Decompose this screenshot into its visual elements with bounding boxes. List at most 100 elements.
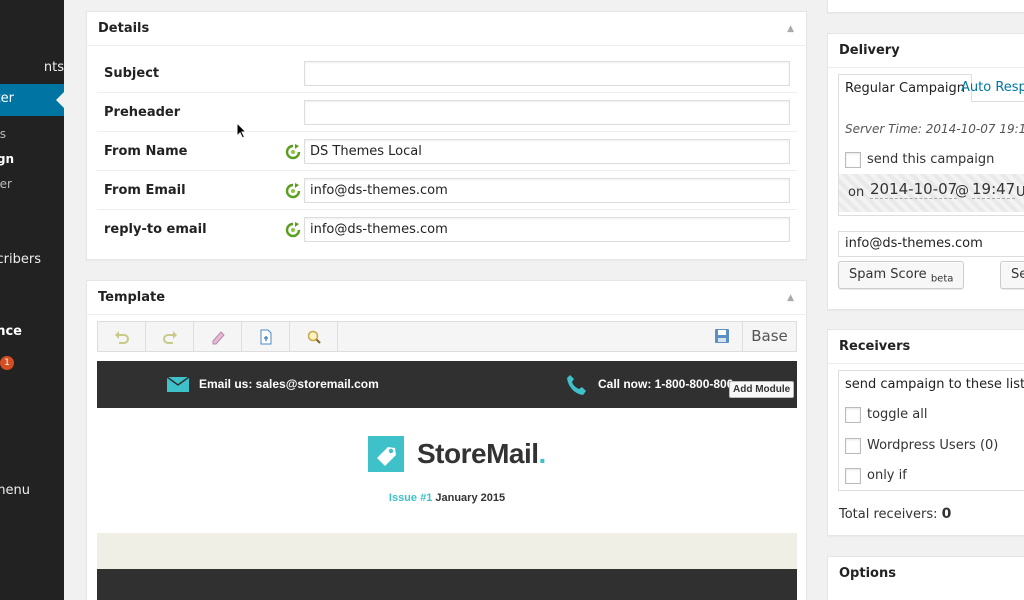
schedule-time-field[interactable]: 19:47 <box>972 180 1016 199</box>
subject-input[interactable] <box>304 61 790 86</box>
delivery-postbox: Delivery Regular Campaign Auto Respo Ser… <box>827 33 1024 310</box>
tab-auto-responder[interactable]: Auto Respo <box>955 74 1024 102</box>
undo-icon <box>114 330 129 344</box>
subject-row: Subject <box>97 54 797 93</box>
magnifier-icon <box>307 330 321 344</box>
sidebar-item-label: nce <box>0 324 22 339</box>
sidebar-subitem-newsletter[interactable]: er <box>0 177 12 191</box>
preheader-label: Preheader <box>104 105 181 120</box>
tab-regular-campaign[interactable]: Regular Campaign <box>838 74 973 102</box>
sidebar-subitem-new-campaign[interactable]: gn <box>0 152 14 166</box>
delivery-tabs: Regular Campaign Auto Respo <box>838 74 1024 102</box>
import-button[interactable] <box>242 322 290 351</box>
add-module-button[interactable]: Add Module <box>729 381 795 398</box>
undo-button[interactable] <box>98 322 146 351</box>
receivers-postbox: Receivers send campaign to these lists t… <box>827 329 1024 536</box>
preheader-input[interactable] <box>304 100 790 125</box>
email-preview: Email us: sales@storemail.com Call now: … <box>97 361 797 600</box>
issue-line: Issue #1 January 2015 <box>97 492 797 504</box>
envelope-icon <box>167 377 189 392</box>
send-campaign-label: send this campaign <box>867 152 995 167</box>
delivery-title: Delivery <box>839 43 900 58</box>
timezone-label: U <box>1016 185 1024 200</box>
sidebar-item-label: gn <box>0 152 14 166</box>
email-contact-text: Email us: sales@storemail.com <box>199 377 379 391</box>
tab-send-to-lists[interactable]: send campaign to these lists <box>838 370 1024 398</box>
details-title: Details <box>98 21 150 36</box>
options-postbox: Options <box>827 556 1024 600</box>
beta-label: beta <box>930 273 954 285</box>
delivery-header[interactable]: Delivery <box>828 34 1024 68</box>
total-receivers: Total receivers: 0 <box>839 506 951 522</box>
send-campaign-checkbox[interactable] <box>845 152 861 168</box>
sidebar-item-label: scribers <box>0 252 41 267</box>
logo-dot: . <box>538 438 547 469</box>
issue-date: January 2015 <box>435 492 506 504</box>
from-email-input[interactable]: info@ds-themes.com <box>304 178 790 203</box>
redo-button[interactable] <box>146 322 194 351</box>
reply-to-input[interactable]: info@ds-themes.com <box>304 217 790 242</box>
from-email-row: From Email info@ds-themes.com <box>97 171 797 210</box>
test-email-input[interactable]: info@ds-themes.com <box>838 231 1024 257</box>
receivers-tabs: send campaign to these lists <box>838 370 1024 398</box>
reset-icon[interactable] <box>285 222 301 238</box>
template-toolbar: Base <box>97 321 797 352</box>
clear-button[interactable] <box>194 322 242 351</box>
preheader-row: Preheader <box>97 93 797 132</box>
reply-to-row: reply-to email info@ds-themes.com <box>97 210 797 249</box>
sidebar-item-collapse-menu[interactable]: menu <box>0 483 30 498</box>
wordpress-users-label: Wordpress Users (0) <box>867 438 999 453</box>
delivery-tab-panel: Server Time: 2014-10-07 19:17 send this … <box>838 102 1024 216</box>
toggle-all-checkbox[interactable] <box>845 407 861 423</box>
details-header[interactable]: Details ▲ <box>87 12 806 46</box>
template-header[interactable]: Template ▲ <box>87 281 806 315</box>
mouse-cursor-icon <box>236 122 248 139</box>
spam-score-label: Spam Score <box>849 267 927 282</box>
from-email-label: From Email <box>104 183 186 198</box>
sidebar-item-label: ter <box>0 91 14 106</box>
email-dark-section <box>97 569 797 600</box>
sidebar-item-label: er <box>0 177 12 191</box>
schedule-area: on 2014-10-07 @ 19:47 U <box>839 174 1024 212</box>
options-title: Options <box>839 566 896 581</box>
base-template-button[interactable]: Base <box>742 322 796 351</box>
collapse-arrow-icon[interactable]: ▲ <box>787 281 794 315</box>
spam-score-button[interactable]: Spam Score beta <box>838 261 965 289</box>
subject-label: Subject <box>104 66 160 81</box>
sidebar-item-newsletter[interactable]: ter <box>0 91 14 106</box>
preview-button[interactable] <box>290 322 338 351</box>
from-name-input[interactable]: DS Themes Local <box>304 139 790 164</box>
sidebar-subitem-campaigns[interactable]: s <box>0 127 6 141</box>
template-postbox: Template ▲ Base Email us: sales@storemai… <box>86 280 807 600</box>
sidebar-item-comments[interactable]: nts <box>44 60 64 75</box>
document-import-icon <box>260 329 271 344</box>
options-header[interactable]: Options <box>828 557 1024 591</box>
reset-icon[interactable] <box>285 144 301 160</box>
at-label: @ <box>955 183 969 199</box>
details-postbox: Details ▲ Subject Preheader From Name DS… <box>86 11 807 260</box>
from-name-label: From Name <box>104 144 188 159</box>
server-time: Server Time: 2014-10-07 19:17 <box>845 122 1024 136</box>
receivers-header[interactable]: Receivers <box>828 330 1024 364</box>
logo-name: StoreMail <box>417 438 539 469</box>
send-test-button[interactable]: Se <box>1000 261 1024 289</box>
schedule-date-field[interactable]: 2014-10-07 <box>870 180 958 199</box>
total-receivers-label: Total receivers: <box>839 507 938 522</box>
reset-icon[interactable] <box>285 183 301 199</box>
template-title: Template <box>98 290 166 305</box>
sidebar-item-appearance[interactable]: nce <box>0 324 22 339</box>
receivers-list-panel: toggle all Wordpress Users (0) only if <box>838 398 1024 491</box>
wordpress-users-checkbox[interactable] <box>845 438 861 454</box>
only-if-checkbox[interactable] <box>845 468 861 484</box>
on-label: on <box>848 185 865 200</box>
save-floppy-icon[interactable] <box>714 328 730 344</box>
issue-number: Issue #1 <box>388 492 433 504</box>
from-name-row: From Name DS Themes Local <box>97 132 797 171</box>
publish-postbox-stub <box>827 0 1024 13</box>
sidebar-item-subscribers[interactable]: scribers <box>0 252 41 267</box>
collapse-arrow-icon[interactable]: ▲ <box>787 12 794 46</box>
phone-contact-text: Call now: 1-800-800-800 <box>598 377 734 391</box>
sidebar-item-label: menu <box>0 483 30 498</box>
redo-icon <box>162 330 177 344</box>
sidebar-item-label: s <box>0 127 6 141</box>
